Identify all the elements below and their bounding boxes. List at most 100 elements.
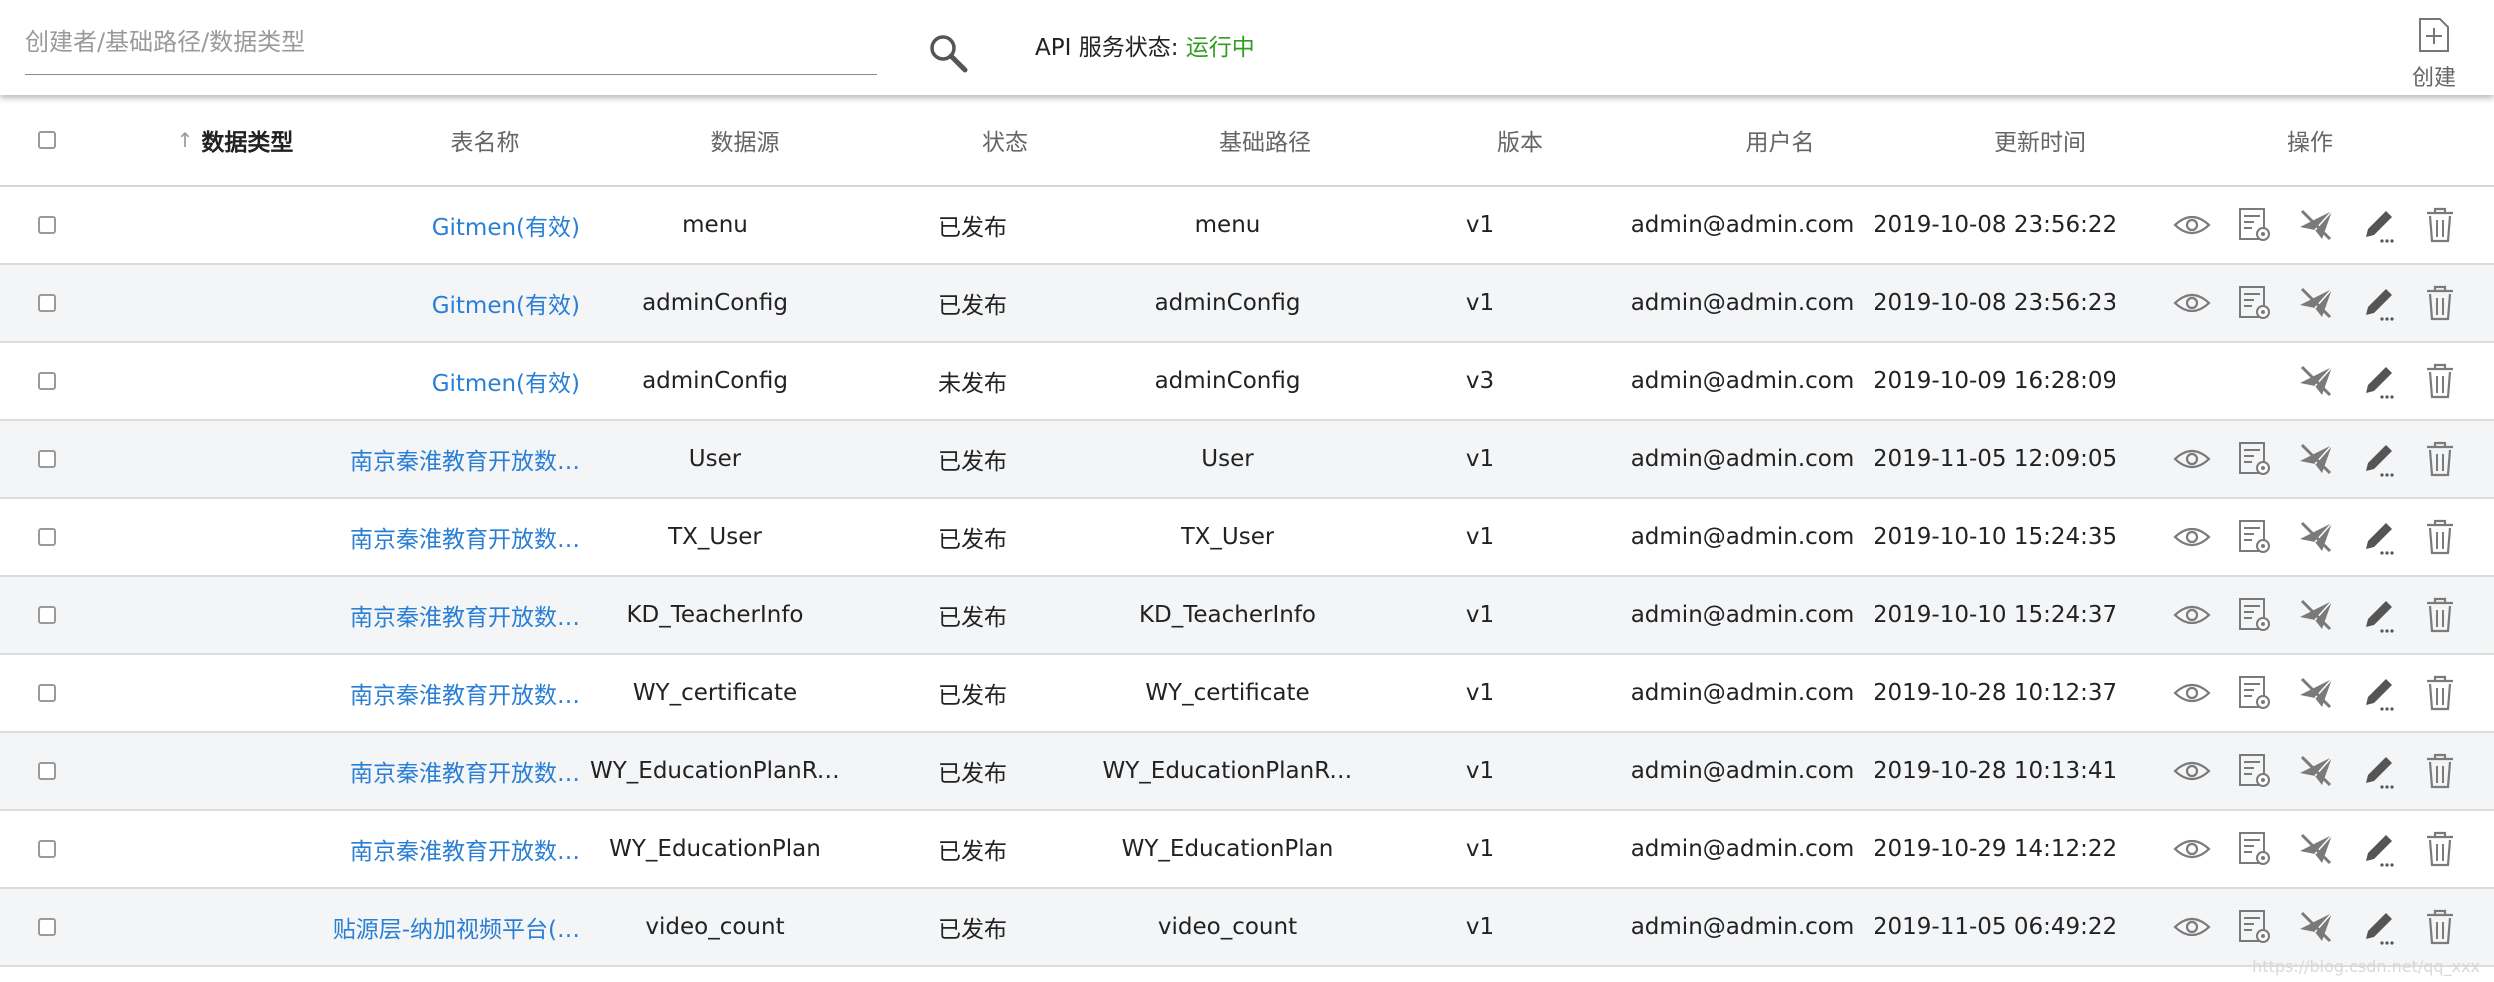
row-checkbox[interactable] <box>38 840 56 858</box>
type-link[interactable]: 南京秦淮教育开放数… <box>350 598 580 632</box>
cell-version: v1 <box>1465 212 1495 238</box>
column-header-status[interactable]: 状态 <box>960 95 1050 185</box>
view-button[interactable] <box>2170 515 2214 559</box>
table-row[interactable]: 南京秦淮教育开放数… WY_EducationPlan 已发布 WY_Educatio… <box>0 811 2494 889</box>
cell-table: menu <box>682 212 748 238</box>
config-button[interactable] <box>2232 671 2276 715</box>
config-button[interactable] <box>2232 281 2276 325</box>
trash-icon <box>2427 519 2453 555</box>
table-row[interactable]: 南京秦淮教育开放数… User 已发布 User v1 admin@admin.com 20… <box>0 421 2494 499</box>
edit-button[interactable] <box>2356 437 2400 481</box>
config-button[interactable] <box>2232 437 2276 481</box>
delete-button[interactable] <box>2418 827 2462 871</box>
view-button[interactable] <box>2170 905 2214 949</box>
view-button[interactable] <box>2170 827 2214 871</box>
row-checkbox[interactable] <box>38 294 56 312</box>
table-row[interactable]: Gitmen(有效) adminConfig 已发布 adminConfig v1 adm… <box>0 265 2494 343</box>
table-row[interactable]: 南京秦淮教育开放数… WY_EducationPlanRe… 已发布 WY_Educa… <box>0 733 2494 811</box>
column-header-ops: 操作 <box>2287 130 2333 156</box>
table-row[interactable]: Gitmen(有效) menu 已发布 menu v1 admin@admin.com 20… <box>0 187 2494 265</box>
table-row[interactable]: 贴源层-纳加视频平台(… video_count 已发布 video_count v1 a… <box>0 889 2494 967</box>
top-bar: API 服务状态: 运行中 创建 <box>0 0 2494 95</box>
row-checkbox[interactable] <box>38 918 56 936</box>
edit-button[interactable] <box>2356 905 2400 949</box>
type-link[interactable]: Gitmen(有效) <box>432 364 580 398</box>
search-input[interactable] <box>25 16 877 75</box>
delete-button[interactable] <box>2418 671 2462 715</box>
unpublish-button[interactable] <box>2294 437 2338 481</box>
type-link[interactable]: Gitmen(有效) <box>432 208 580 242</box>
type-link[interactable]: Gitmen(有效) <box>432 286 580 320</box>
view-button[interactable] <box>2170 203 2214 247</box>
type-link[interactable]: 贴源层-纳加视频平台(… <box>333 910 580 944</box>
pencil-icon <box>2366 523 2394 555</box>
type-link[interactable]: 南京秦淮教育开放数… <box>350 832 580 866</box>
column-header-user[interactable]: 用户名 <box>1720 95 1840 185</box>
delete-button[interactable] <box>2418 515 2462 559</box>
type-link[interactable]: 南京秦淮教育开放数… <box>350 676 580 710</box>
unpublish-button[interactable] <box>2294 281 2338 325</box>
config-button[interactable] <box>2232 593 2276 637</box>
cell-status: 已发布 <box>938 527 1007 553</box>
view-button[interactable] <box>2170 749 2214 793</box>
unpublish-button[interactable] <box>2294 359 2338 403</box>
edit-button[interactable] <box>2356 749 2400 793</box>
unpublish-button[interactable] <box>2294 749 2338 793</box>
edit-button[interactable] <box>2356 671 2400 715</box>
unpublish-button[interactable] <box>2294 203 2338 247</box>
column-header-version[interactable]: 版本 <box>1480 95 1560 185</box>
type-link[interactable]: 南京秦淮教育开放数… <box>350 754 580 788</box>
view-button[interactable] <box>2170 281 2214 325</box>
edit-button[interactable] <box>2356 593 2400 637</box>
cell-type: Gitmen(有效) <box>325 343 595 419</box>
delete-button[interactable] <box>2418 281 2462 325</box>
create-button[interactable]: 创建 <box>2400 16 2468 92</box>
view-button[interactable] <box>2170 593 2214 637</box>
column-header-table[interactable]: 表名称 <box>420 95 550 185</box>
unpublish-button[interactable] <box>2294 671 2338 715</box>
config-button[interactable] <box>2232 905 2276 949</box>
config-button[interactable] <box>2232 203 2276 247</box>
row-checkbox[interactable] <box>38 216 56 234</box>
column-header-path[interactable]: 基础路径 <box>1180 95 1350 185</box>
type-link[interactable]: 南京秦淮教育开放数… <box>350 520 580 554</box>
config-button[interactable] <box>2232 827 2276 871</box>
delete-button[interactable] <box>2418 749 2462 793</box>
edit-button[interactable] <box>2356 281 2400 325</box>
search-button[interactable] <box>925 30 973 78</box>
select-all-checkbox[interactable] <box>38 131 56 149</box>
delete-button[interactable] <box>2418 905 2462 949</box>
row-checkbox[interactable] <box>38 450 56 468</box>
pencil-icon <box>2366 757 2394 789</box>
unpublish-button[interactable] <box>2294 593 2338 637</box>
row-checkbox[interactable] <box>38 684 56 702</box>
config-button[interactable] <box>2232 749 2276 793</box>
delete-button[interactable] <box>2418 593 2462 637</box>
column-header-source[interactable]: 数据源 <box>690 95 800 185</box>
edit-button[interactable] <box>2356 515 2400 559</box>
table-row[interactable]: 南京秦淮教育开放数… KD_TeacherInfo 已发布 KD_TeacherInf… <box>0 577 2494 655</box>
table-row[interactable]: 南京秦淮教育开放数… TX_User 已发布 TX_User v1 admin@admin… <box>0 499 2494 577</box>
delete-button[interactable] <box>2418 203 2462 247</box>
unpublish-button[interactable] <box>2294 905 2338 949</box>
edit-button[interactable] <box>2356 203 2400 247</box>
unpublish-button[interactable] <box>2294 515 2338 559</box>
delete-button[interactable] <box>2418 437 2462 481</box>
row-checkbox[interactable] <box>38 372 56 390</box>
row-checkbox[interactable] <box>38 606 56 624</box>
column-header-type[interactable]: ↑ 数据类型 <box>135 95 335 185</box>
type-link[interactable]: 南京秦淮教育开放数… <box>350 442 580 476</box>
row-checkbox[interactable] <box>38 762 56 780</box>
delete-button[interactable] <box>2418 359 2462 403</box>
view-button[interactable] <box>2170 671 2214 715</box>
row-checkbox[interactable] <box>38 528 56 546</box>
column-header-time[interactable]: 更新时间 <box>1970 95 2110 185</box>
table-row[interactable]: Gitmen(有效) adminConfig 未发布 adminConfig v3 adm… <box>0 343 2494 421</box>
unpublish-button[interactable] <box>2294 827 2338 871</box>
edit-button[interactable] <box>2356 827 2400 871</box>
settings-document-icon <box>2239 910 2270 943</box>
table-row[interactable]: 南京秦淮教育开放数… WY_certificate 已发布 WY_certificat… <box>0 655 2494 733</box>
edit-button[interactable] <box>2356 359 2400 403</box>
config-button[interactable] <box>2232 515 2276 559</box>
view-button[interactable] <box>2170 437 2214 481</box>
